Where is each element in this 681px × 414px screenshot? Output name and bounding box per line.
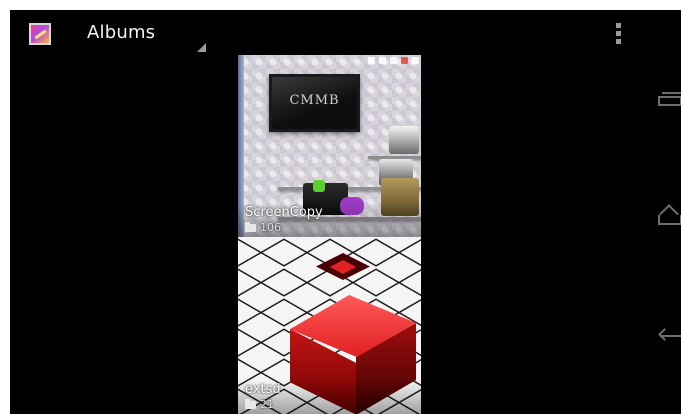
- album-count-row: 106: [245, 221, 281, 234]
- tv-label: CMMB: [289, 93, 340, 108]
- album-tile-screencopy[interactable]: CMMB ScreenCopy 106: [238, 55, 421, 237]
- album-tile-extsd[interactable]: extsd 21: [238, 237, 421, 414]
- status-icon: [401, 57, 408, 64]
- album-caption: ScreenCopy 106: [238, 203, 421, 237]
- tv-widget-image: CMMB: [269, 74, 360, 132]
- back-icon[interactable]: [656, 326, 681, 346]
- gallery-icon-swoosh: [34, 29, 47, 40]
- overflow-menu-icon[interactable]: [616, 23, 622, 47]
- thumbnail-statusbar: [347, 57, 419, 66]
- album-count: 21: [260, 398, 274, 411]
- overflow-dot: [616, 31, 621, 36]
- robot-figure: [389, 126, 419, 154]
- spinner-triangle-icon[interactable]: [197, 43, 206, 52]
- gallery-screen: Albums CMMB ScreenCopy 106 extsd 21: [10, 10, 681, 414]
- folder-icon: [245, 398, 256, 409]
- status-icon: [390, 57, 397, 64]
- status-icon: [379, 57, 386, 64]
- status-icon: [412, 57, 419, 64]
- album-count-row: 21: [245, 398, 274, 411]
- album-name: extsd: [245, 382, 281, 397]
- overflow-dot: [616, 23, 621, 28]
- album-name: ScreenCopy: [245, 205, 323, 220]
- overflow-dot: [616, 39, 621, 44]
- home-icon[interactable]: [656, 205, 681, 225]
- recent-apps-icon[interactable]: [656, 92, 681, 112]
- status-icon: [368, 57, 375, 64]
- album-caption: extsd 21: [238, 380, 421, 414]
- page-title[interactable]: Albums: [87, 22, 155, 43]
- folder-icon: [245, 221, 256, 232]
- robot-figure: [313, 180, 325, 192]
- album-count: 106: [260, 221, 281, 234]
- gallery-icon[interactable]: [29, 23, 51, 45]
